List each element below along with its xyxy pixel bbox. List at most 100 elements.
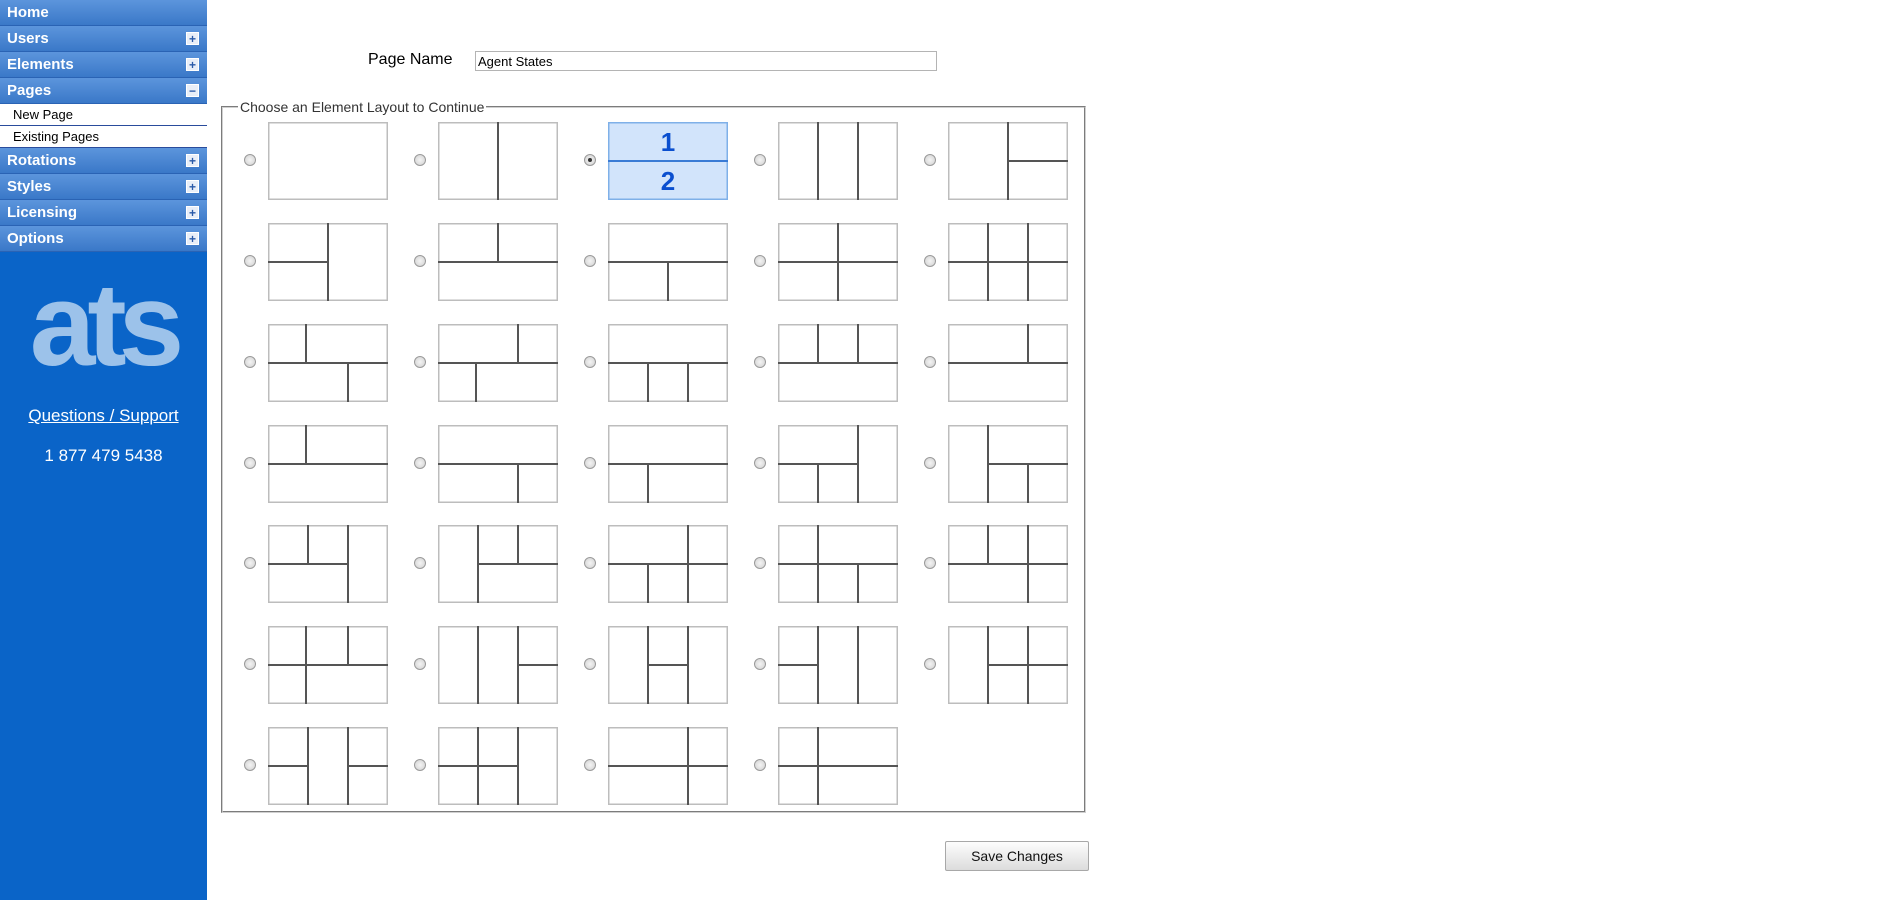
layout-option[interactable] [584,525,744,603]
layout-thumbnail[interactable] [778,324,898,402]
layout-radio[interactable] [414,759,426,771]
sidebar-item-home[interactable]: Home [0,0,207,26]
sidebar-item-options[interactable]: Options + [0,226,207,252]
layout-option[interactable] [414,425,574,503]
layout-option[interactable] [754,324,914,402]
collapse-icon[interactable]: − [186,84,199,97]
layout-option[interactable] [244,122,404,200]
expand-icon[interactable]: + [186,58,199,71]
layout-radio[interactable] [414,154,426,166]
sidebar-subitem-existing-pages[interactable]: Existing Pages [0,126,207,148]
layout-option[interactable] [754,425,914,503]
layout-radio[interactable] [584,356,596,368]
layout-option[interactable] [584,324,744,402]
layout-option[interactable]: 12 [584,122,744,200]
layout-option[interactable] [414,626,574,704]
layout-option[interactable] [244,727,404,805]
layout-radio[interactable] [414,356,426,368]
layout-thumbnail[interactable] [778,626,898,704]
layout-option[interactable] [924,223,1084,301]
layout-option[interactable] [414,223,574,301]
layout-radio[interactable] [244,356,256,368]
sidebar-item-licensing[interactable]: Licensing + [0,200,207,226]
layout-thumbnail[interactable] [438,525,558,603]
layout-option[interactable] [584,223,744,301]
layout-radio[interactable] [414,457,426,469]
layout-radio[interactable] [584,154,596,166]
layout-option[interactable] [414,525,574,603]
layout-radio[interactable] [584,759,596,771]
layout-thumbnail[interactable] [438,122,558,200]
layout-thumbnail[interactable] [268,525,388,603]
layout-radio[interactable] [924,356,936,368]
sidebar-item-elements[interactable]: Elements + [0,52,207,78]
layout-thumbnail[interactable] [268,425,388,503]
layout-thumbnail[interactable]: 12 [608,122,728,200]
layout-radio[interactable] [924,658,936,670]
layout-thumbnail[interactable] [778,223,898,301]
layout-thumbnail[interactable] [948,223,1068,301]
expand-icon[interactable]: + [186,206,199,219]
layout-option[interactable] [924,324,1084,402]
layout-radio[interactable] [584,457,596,469]
sidebar-item-rotations[interactable]: Rotations + [0,148,207,174]
sidebar-subitem-new-page[interactable]: New Page [0,104,207,126]
layout-thumbnail[interactable] [778,525,898,603]
sidebar-item-pages[interactable]: Pages − [0,78,207,104]
layout-option[interactable] [754,727,914,805]
layout-thumbnail[interactable] [608,727,728,805]
expand-icon[interactable]: + [186,232,199,245]
layout-option[interactable] [244,324,404,402]
layout-option[interactable] [924,626,1084,704]
layout-thumbnail[interactable] [778,425,898,503]
layout-option[interactable] [584,626,744,704]
expand-icon[interactable]: + [186,32,199,45]
layout-thumbnail[interactable] [778,122,898,200]
save-button[interactable]: Save Changes [945,841,1089,871]
layout-thumbnail[interactable] [438,727,558,805]
layout-radio[interactable] [924,154,936,166]
layout-radio[interactable] [414,658,426,670]
layout-option[interactable] [414,324,574,402]
layout-radio[interactable] [244,759,256,771]
layout-thumbnail[interactable] [948,425,1068,503]
expand-icon[interactable]: + [186,154,199,167]
layout-radio[interactable] [754,457,766,469]
sidebar-item-styles[interactable]: Styles + [0,174,207,200]
layout-thumbnail[interactable] [948,324,1068,402]
layout-option[interactable] [584,425,744,503]
layout-radio[interactable] [244,154,256,166]
layout-thumbnail[interactable] [268,727,388,805]
layout-option[interactable] [414,727,574,805]
layout-thumbnail[interactable] [608,223,728,301]
layout-thumbnail[interactable] [608,626,728,704]
layout-thumbnail[interactable] [608,425,728,503]
layout-option[interactable] [414,122,574,200]
layout-thumbnail[interactable] [608,525,728,603]
layout-thumbnail[interactable] [268,324,388,402]
layout-radio[interactable] [244,557,256,569]
layout-thumbnail[interactable] [268,223,388,301]
layout-radio[interactable] [584,557,596,569]
layout-option[interactable] [244,525,404,603]
layout-thumbnail[interactable] [778,727,898,805]
layout-radio[interactable] [754,154,766,166]
layout-option[interactable] [754,122,914,200]
layout-thumbnail[interactable] [948,626,1068,704]
layout-thumbnail[interactable] [438,626,558,704]
layout-thumbnail[interactable] [438,324,558,402]
page-name-input[interactable] [475,51,937,71]
layout-radio[interactable] [754,356,766,368]
layout-option[interactable] [924,425,1084,503]
layout-radio[interactable] [754,759,766,771]
layout-radio[interactable] [584,658,596,670]
layout-radio[interactable] [924,457,936,469]
layout-thumbnail[interactable] [608,324,728,402]
sidebar-item-users[interactable]: Users + [0,26,207,52]
layout-radio[interactable] [754,658,766,670]
layout-option[interactable] [244,626,404,704]
layout-thumbnail[interactable] [438,223,558,301]
layout-thumbnail[interactable] [438,425,558,503]
layout-option[interactable] [584,727,744,805]
layout-thumbnail[interactable] [948,122,1068,200]
